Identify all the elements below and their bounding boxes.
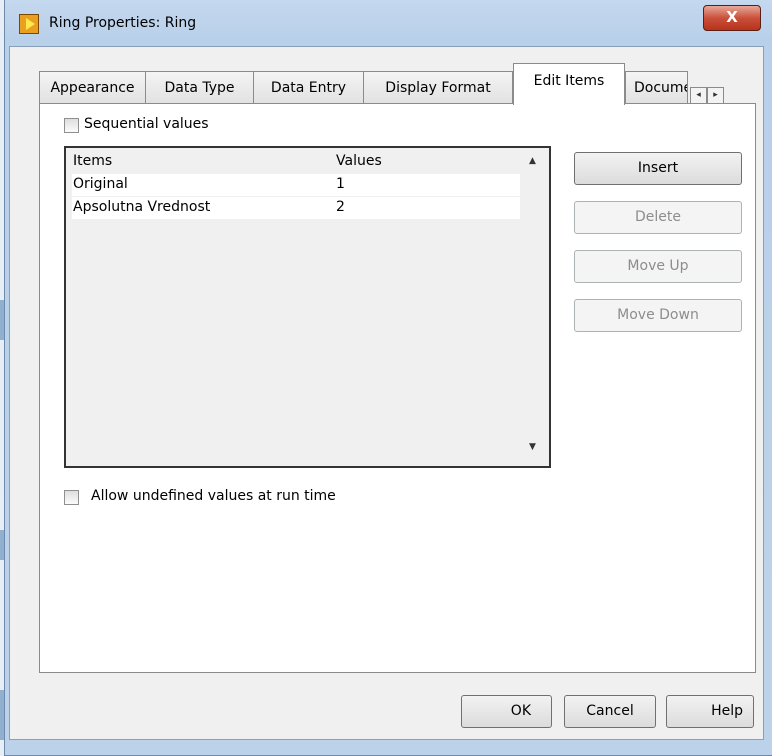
ring-properties-dialog: Ring Properties: Ring X Appearance Data … — [4, 0, 772, 756]
scroll-up-arrow-icon[interactable]: ▲ — [529, 156, 536, 166]
move-down-button[interactable]: Move Down — [574, 299, 742, 332]
table-row[interactable]: Apsolutna Vrednost 2 — [72, 197, 520, 219]
tab-scroll-left-icon[interactable]: ◂ — [690, 87, 707, 104]
cancel-button[interactable]: Cancel — [564, 695, 656, 728]
item-cell[interactable]: Apsolutna Vrednost — [73, 199, 210, 215]
sequential-values-checkbox[interactable] — [64, 118, 79, 133]
item-cell[interactable]: Original — [73, 176, 128, 192]
move-up-button[interactable]: Move Up — [574, 250, 742, 283]
value-cell[interactable]: 1 — [336, 176, 345, 192]
sequential-values-label: Sequential values — [84, 116, 209, 132]
tab-documentation[interactable]: Documentation — [625, 71, 688, 104]
value-cell[interactable]: 2 — [336, 199, 345, 215]
labview-app-icon — [19, 14, 39, 34]
allow-undefined-checkbox[interactable] — [64, 490, 79, 505]
allow-undefined-label: Allow undefined values at run time — [91, 488, 336, 504]
title-bar[interactable]: Ring Properties: Ring X — [5, 0, 772, 46]
dialog-client-area: Appearance Data Type Data Entry Display … — [9, 46, 764, 740]
insert-button[interactable]: Insert — [574, 152, 742, 185]
tab-data-entry[interactable]: Data Entry — [253, 71, 364, 104]
help-button[interactable]: Help — [666, 695, 754, 728]
delete-button[interactable]: Delete — [574, 201, 742, 234]
close-button[interactable]: X — [703, 5, 761, 31]
ok-button[interactable]: OK — [461, 695, 552, 728]
window-title: Ring Properties: Ring — [49, 15, 197, 31]
tab-appearance[interactable]: Appearance — [39, 71, 146, 104]
column-header-items: Items — [73, 153, 113, 169]
tab-edit-items[interactable]: Edit Items — [513, 63, 625, 105]
edit-items-panel: Sequential values Items Values Original … — [39, 103, 756, 673]
tab-data-type[interactable]: Data Type — [145, 71, 254, 104]
table-row[interactable]: Original 1 — [72, 174, 520, 196]
tab-display-format[interactable]: Display Format — [363, 71, 513, 104]
items-table[interactable]: Items Values Original 1 Apsolutna Vredno… — [64, 146, 551, 468]
column-header-values: Values — [336, 153, 382, 169]
tab-scroll-right-icon[interactable]: ▸ — [707, 87, 724, 104]
scroll-down-arrow-icon[interactable]: ▼ — [529, 442, 536, 452]
